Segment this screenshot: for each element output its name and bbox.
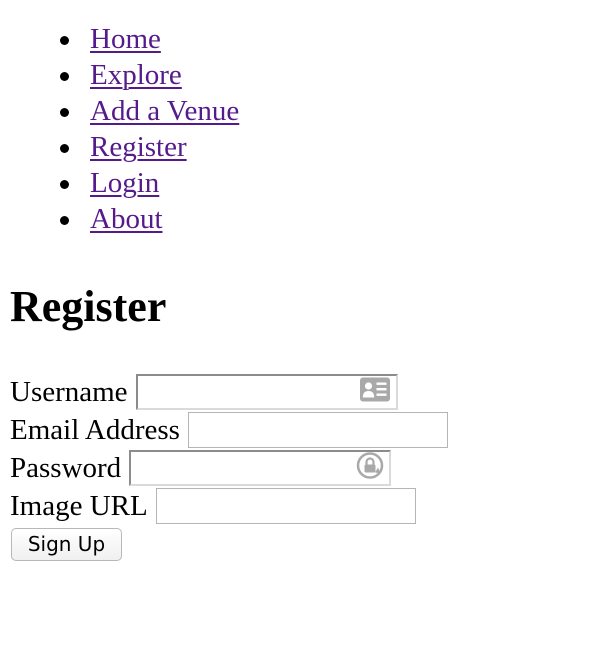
bullet	[60, 72, 69, 81]
image-url-row: Image URL	[10, 488, 416, 524]
username-row: Username	[10, 374, 398, 410]
bullet	[60, 216, 69, 225]
contact-card-icon[interactable]	[359, 377, 391, 408]
nav-link-explore[interactable]: Explore	[90, 59, 182, 91]
email-label: Email Address	[10, 414, 180, 446]
nav-item-register: Register	[0, 129, 239, 165]
nav-item-about: About	[0, 201, 239, 237]
password-label: Password	[10, 452, 122, 484]
image-url-field[interactable]	[155, 488, 416, 524]
bullet	[60, 180, 69, 189]
password-row: Password	[10, 450, 392, 486]
nav-link-login[interactable]: Login	[90, 167, 159, 199]
nav-link-register[interactable]: Register	[90, 131, 187, 163]
bullet	[60, 144, 69, 153]
password-input[interactable]	[129, 450, 392, 486]
nav-item-home: Home	[0, 21, 239, 57]
bullet	[60, 36, 69, 45]
nav-link-about[interactable]: About	[90, 203, 163, 235]
sign-up-button[interactable]: Sign Up	[11, 528, 122, 561]
image-url-label: Image URL	[10, 490, 148, 522]
nav-item-login: Login	[0, 165, 239, 201]
page-title: Register	[10, 282, 167, 331]
nav-link-add-venue[interactable]: Add a Venue	[90, 95, 239, 127]
lock-icon[interactable]	[356, 452, 384, 485]
username-input[interactable]	[135, 374, 398, 410]
main-nav: Home Explore Add a Venue Register Login …	[0, 21, 239, 237]
email-row: Email Address	[10, 412, 448, 448]
nav-item-explore: Explore	[0, 57, 239, 93]
bullet	[60, 108, 69, 117]
nav-link-home[interactable]: Home	[90, 23, 161, 55]
username-label: Username	[10, 376, 128, 408]
email-field[interactable]	[187, 412, 448, 448]
nav-item-add-venue: Add a Venue	[0, 93, 239, 129]
